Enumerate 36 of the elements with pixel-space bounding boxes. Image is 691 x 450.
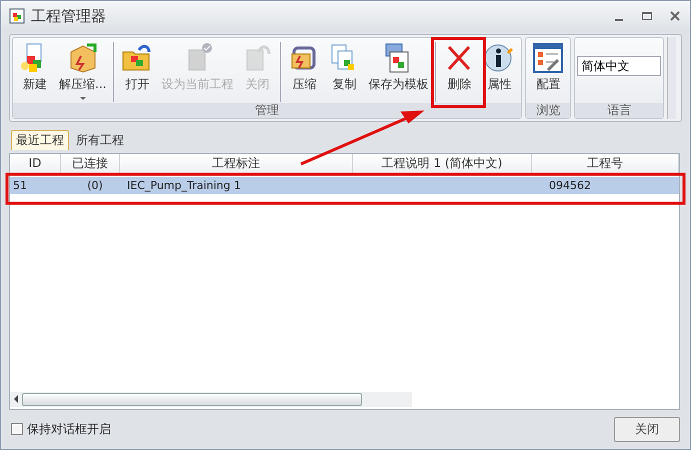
table-cell-text: (0) <box>86 178 104 194</box>
ribbon-button[interactable]: 配置 <box>528 42 568 102</box>
caret-icon <box>80 96 86 100</box>
checkbox-label: 保持对话框开启 <box>27 420 111 438</box>
ribbon-button[interactable]: 复制 <box>324 42 364 102</box>
tab[interactable]: 最近工程 <box>11 130 69 150</box>
settings-icon <box>532 42 564 74</box>
table-cell-text: 094562 <box>548 178 592 194</box>
ribbon-button[interactable]: 删除 <box>435 42 480 102</box>
window-title: 工程管理器 <box>31 6 106 26</box>
close-icon[interactable] <box>668 9 682 24</box>
column-header[interactable]: 工程号 <box>532 154 679 174</box>
table-row[interactable]: 51 (0) IEC_Pump_Training 1 094562 <box>10 177 679 194</box>
table-cell-text: IEC_Pump_Training 1 <box>126 178 242 194</box>
group-label: 浏览 <box>526 103 570 118</box>
app-icon <box>9 8 25 24</box>
ribbon-button[interactable]: 保存为模板 <box>364 42 432 102</box>
ribbon-button[interactable]: 压缩 <box>280 42 324 102</box>
horizontal-scrollbar[interactable] <box>10 392 412 407</box>
group-label: 管理 <box>13 103 522 118</box>
ribbon-button[interactable]: 新建 <box>15 42 55 102</box>
ribbon-button[interactable]: 打开 <box>113 42 158 102</box>
close-button[interactable]: 关闭 <box>614 416 680 442</box>
column-header[interactable]: ID <box>10 154 61 174</box>
checkbox[interactable] <box>11 423 23 436</box>
column-header[interactable]: 工程说明 1 (简体中文) <box>353 154 532 174</box>
ribbon-button[interactable]: 属性 <box>479 42 520 102</box>
ribbon-button[interactable]: 解压缩... <box>55 42 110 102</box>
highlight-box <box>430 37 486 108</box>
language-select[interactable]: 简体中文 <box>577 56 662 76</box>
info-icon <box>483 42 516 74</box>
table-cell-text: 51 <box>12 178 28 194</box>
tab[interactable]: 所有工程 <box>71 130 129 150</box>
column-header[interactable]: 已连接 <box>61 154 120 174</box>
column-header[interactable]: 工程标注 <box>120 154 353 174</box>
group-label: 语言 <box>575 103 664 118</box>
